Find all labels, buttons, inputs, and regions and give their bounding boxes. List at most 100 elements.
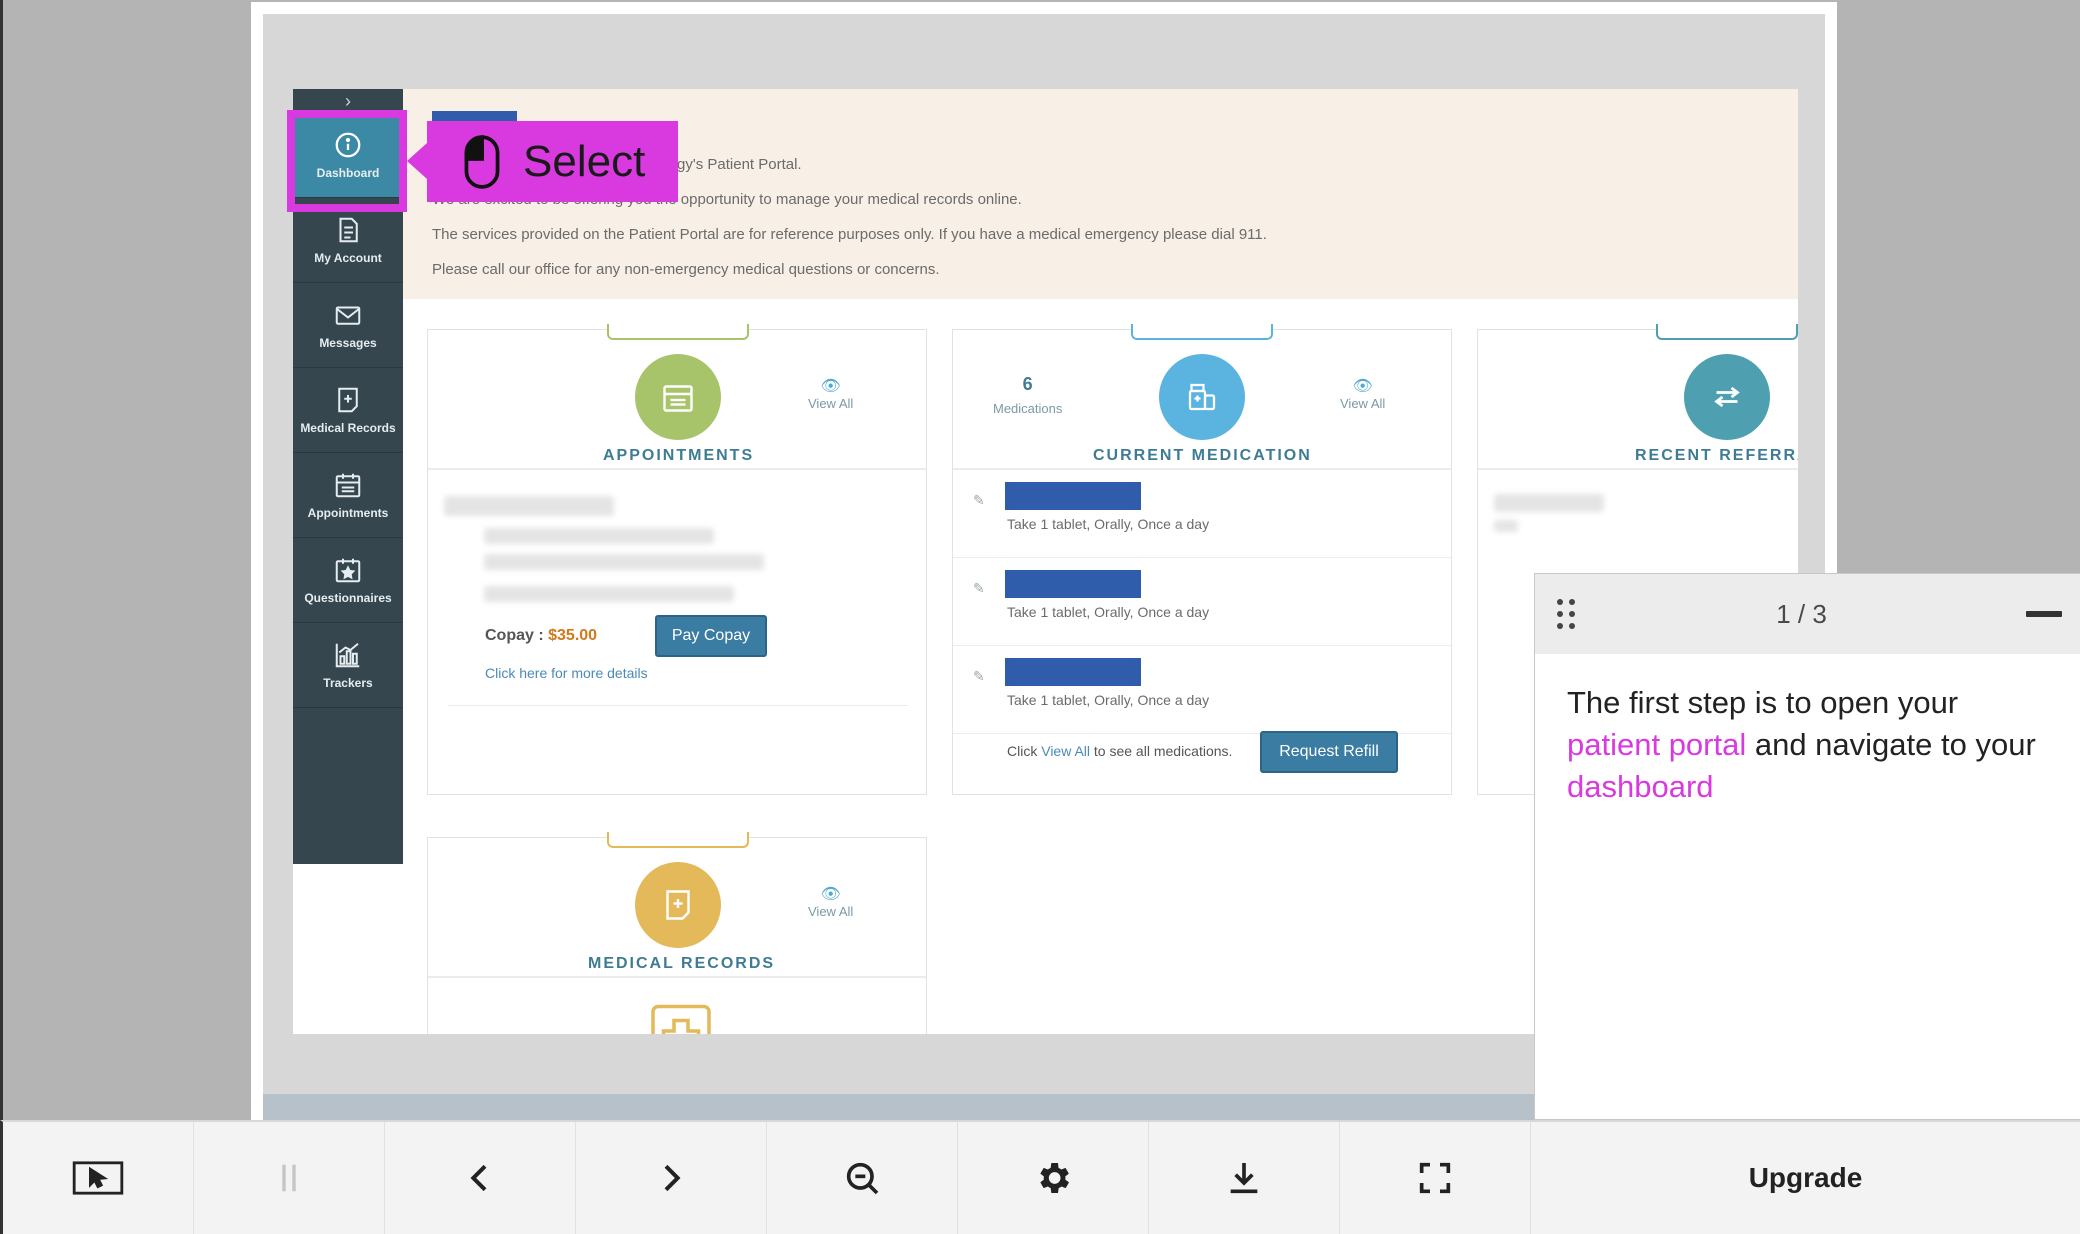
copay-label: Copay :	[485, 627, 549, 644]
fullscreen-button[interactable]	[1340, 1122, 1531, 1234]
screen-pointer-button[interactable]	[3, 1122, 194, 1234]
record-icon	[338, 387, 358, 413]
zoom-out-icon	[846, 1162, 879, 1195]
medication-count-label: Medications	[993, 401, 1063, 416]
view-all-label: View All	[808, 904, 854, 919]
minimize-icon[interactable]	[2026, 611, 2062, 617]
mouse-icon	[464, 134, 500, 189]
appointments-circle	[635, 354, 721, 440]
eye-icon: 👁	[1352, 378, 1373, 395]
blurred-referral-detail	[1494, 520, 1518, 532]
sidebar-item-questionnaires[interactable]: Questionnaires	[293, 538, 403, 623]
records-view-all[interactable]: 👁 View All	[808, 884, 853, 919]
appointments-view-all[interactable]: 👁 View All	[808, 376, 853, 411]
footer-text-pre: Click	[1007, 743, 1042, 759]
medication-sig: Take 1 tablet, Orally, Once a day	[1007, 516, 1210, 532]
current-medication-card: 6 Medications 👁 View All CURRENT MEDICAT…	[952, 324, 1452, 795]
pharmacy-icon	[1188, 383, 1216, 411]
sidebar-item-label: Appointments	[307, 506, 389, 520]
pill-icon: ✎	[973, 580, 985, 596]
select-callout: Select	[407, 121, 678, 202]
card-divider	[428, 976, 926, 978]
medication-view-all[interactable]: 👁 View All	[1340, 376, 1385, 411]
request-refill-button[interactable]: Request Refill	[1260, 731, 1398, 773]
redacted-medication-name	[1005, 482, 1141, 510]
drag-handle-icon[interactable]	[1555, 597, 1577, 631]
card-divider	[428, 468, 926, 470]
medication-row[interactable]: ✎ Take 1 tablet, Orally, Once a day	[953, 646, 1451, 734]
dashboard-highlight-box	[287, 110, 407, 212]
copay-value: $35.00	[548, 627, 598, 644]
download-icon	[1230, 1163, 1258, 1194]
guide-highlight-dashboard: dashboard	[1567, 769, 1714, 804]
pay-copay-button[interactable]: Pay Copay	[655, 615, 767, 657]
medication-row[interactable]: ✎ Take 1 tablet, Orally, Once a day	[953, 558, 1451, 646]
medication-footer: Click View All to see all medications.	[1007, 743, 1232, 759]
sidebar-item-label: Questionnaires	[304, 591, 392, 605]
eye-icon: 👁	[820, 378, 841, 395]
sidebar-item-label: My Account	[314, 251, 382, 265]
view-all-link[interactable]: View All	[1041, 743, 1090, 759]
fullscreen-icon	[1419, 1162, 1451, 1194]
guide-highlight-patient-portal: patient portal	[1567, 727, 1747, 762]
envelope-icon	[335, 306, 361, 325]
records-title: MEDICAL RECORDS	[588, 955, 776, 972]
card-tab	[1131, 324, 1273, 340]
card-tab	[607, 324, 749, 340]
medication-row[interactable]: ✎ Take 1 tablet, Orally, Once a day	[953, 470, 1451, 558]
sidebar-item-label: Medical Records	[300, 421, 396, 435]
referrals-title: RECENT REFERRA	[1635, 447, 1798, 464]
blurred-appointment-name	[444, 496, 614, 516]
sidebar-item-appointments[interactable]: Appointments	[293, 453, 403, 538]
step-counter: 1 / 3	[1776, 598, 1827, 629]
medical-folder-icon	[651, 1004, 711, 1034]
guide-header: 1 / 3	[1535, 574, 2080, 654]
download-button[interactable]	[1149, 1122, 1340, 1234]
guide-text: The first step is to open your patient p…	[1535, 654, 2080, 836]
sidebar-item-label: Trackers	[323, 676, 373, 690]
settings-button[interactable]	[958, 1122, 1149, 1234]
medication-sig: Take 1 tablet, Orally, Once a day	[1007, 692, 1210, 708]
footer-text-post: to see all medications.	[1090, 743, 1233, 759]
card-divider	[1478, 468, 1798, 470]
zoom-out-button[interactable]	[767, 1122, 958, 1234]
blurred-appointment-location	[484, 528, 714, 544]
pill-icon: ✎	[973, 668, 985, 684]
screenshot-stage: › Dashboard My Account Messages Medical …	[0, 0, 2080, 1120]
upgrade-button[interactable]: Upgrade	[1531, 1122, 2080, 1234]
card-tab	[607, 832, 749, 848]
guide-text-part: The first step is to open your	[1567, 685, 1959, 720]
sidebar-item-medical-records[interactable]: Medical Records	[293, 368, 403, 453]
settings-icon	[1040, 1163, 1069, 1193]
player-toolbar: Upgrade	[0, 1120, 2080, 1234]
screen-pointer-icon	[72, 1161, 124, 1195]
sidebar-item-messages[interactable]: Messages	[293, 283, 403, 368]
appointments-title: APPOINTMENTS	[603, 447, 755, 464]
pause-button[interactable]	[194, 1122, 385, 1234]
sidebar-item-trackers[interactable]: Trackers	[293, 623, 403, 708]
medication-circle	[1159, 354, 1245, 440]
pill-icon: ✎	[973, 492, 985, 508]
banner-line: Please call our office for any non-emerg…	[432, 261, 940, 278]
previous-button[interactable]	[385, 1122, 576, 1234]
document-icon	[339, 217, 358, 243]
medication-count-value: 6	[1022, 374, 1033, 394]
chart-icon	[335, 642, 360, 668]
guide-panel: 1 / 3 The first step is to open your pat…	[1534, 573, 2080, 1120]
transfer-arrows-icon	[1714, 386, 1740, 408]
blurred-appointment-address	[484, 554, 764, 570]
blurred-appointment-time	[484, 586, 734, 602]
more-details-link[interactable]: Click here for more details	[485, 665, 648, 681]
referrals-circle	[1684, 354, 1770, 440]
medical-records-card: 👁 View All MEDICAL RECORDS	[427, 832, 927, 1034]
card-tab	[1656, 324, 1798, 340]
next-button[interactable]	[576, 1122, 767, 1234]
appointments-card: 👁 View All APPOINTMENTS Copay : $35.00 P…	[427, 324, 927, 795]
blurred-referral	[1494, 494, 1604, 512]
copay-text: Copay : $35.00	[485, 627, 597, 645]
redacted-medication-name	[1005, 658, 1141, 686]
medication-count: 6 Medications	[993, 374, 1062, 416]
guide-text-part: and navigate to your	[1746, 727, 2036, 762]
record-icon	[666, 890, 690, 920]
view-all-label: View All	[1340, 396, 1386, 411]
